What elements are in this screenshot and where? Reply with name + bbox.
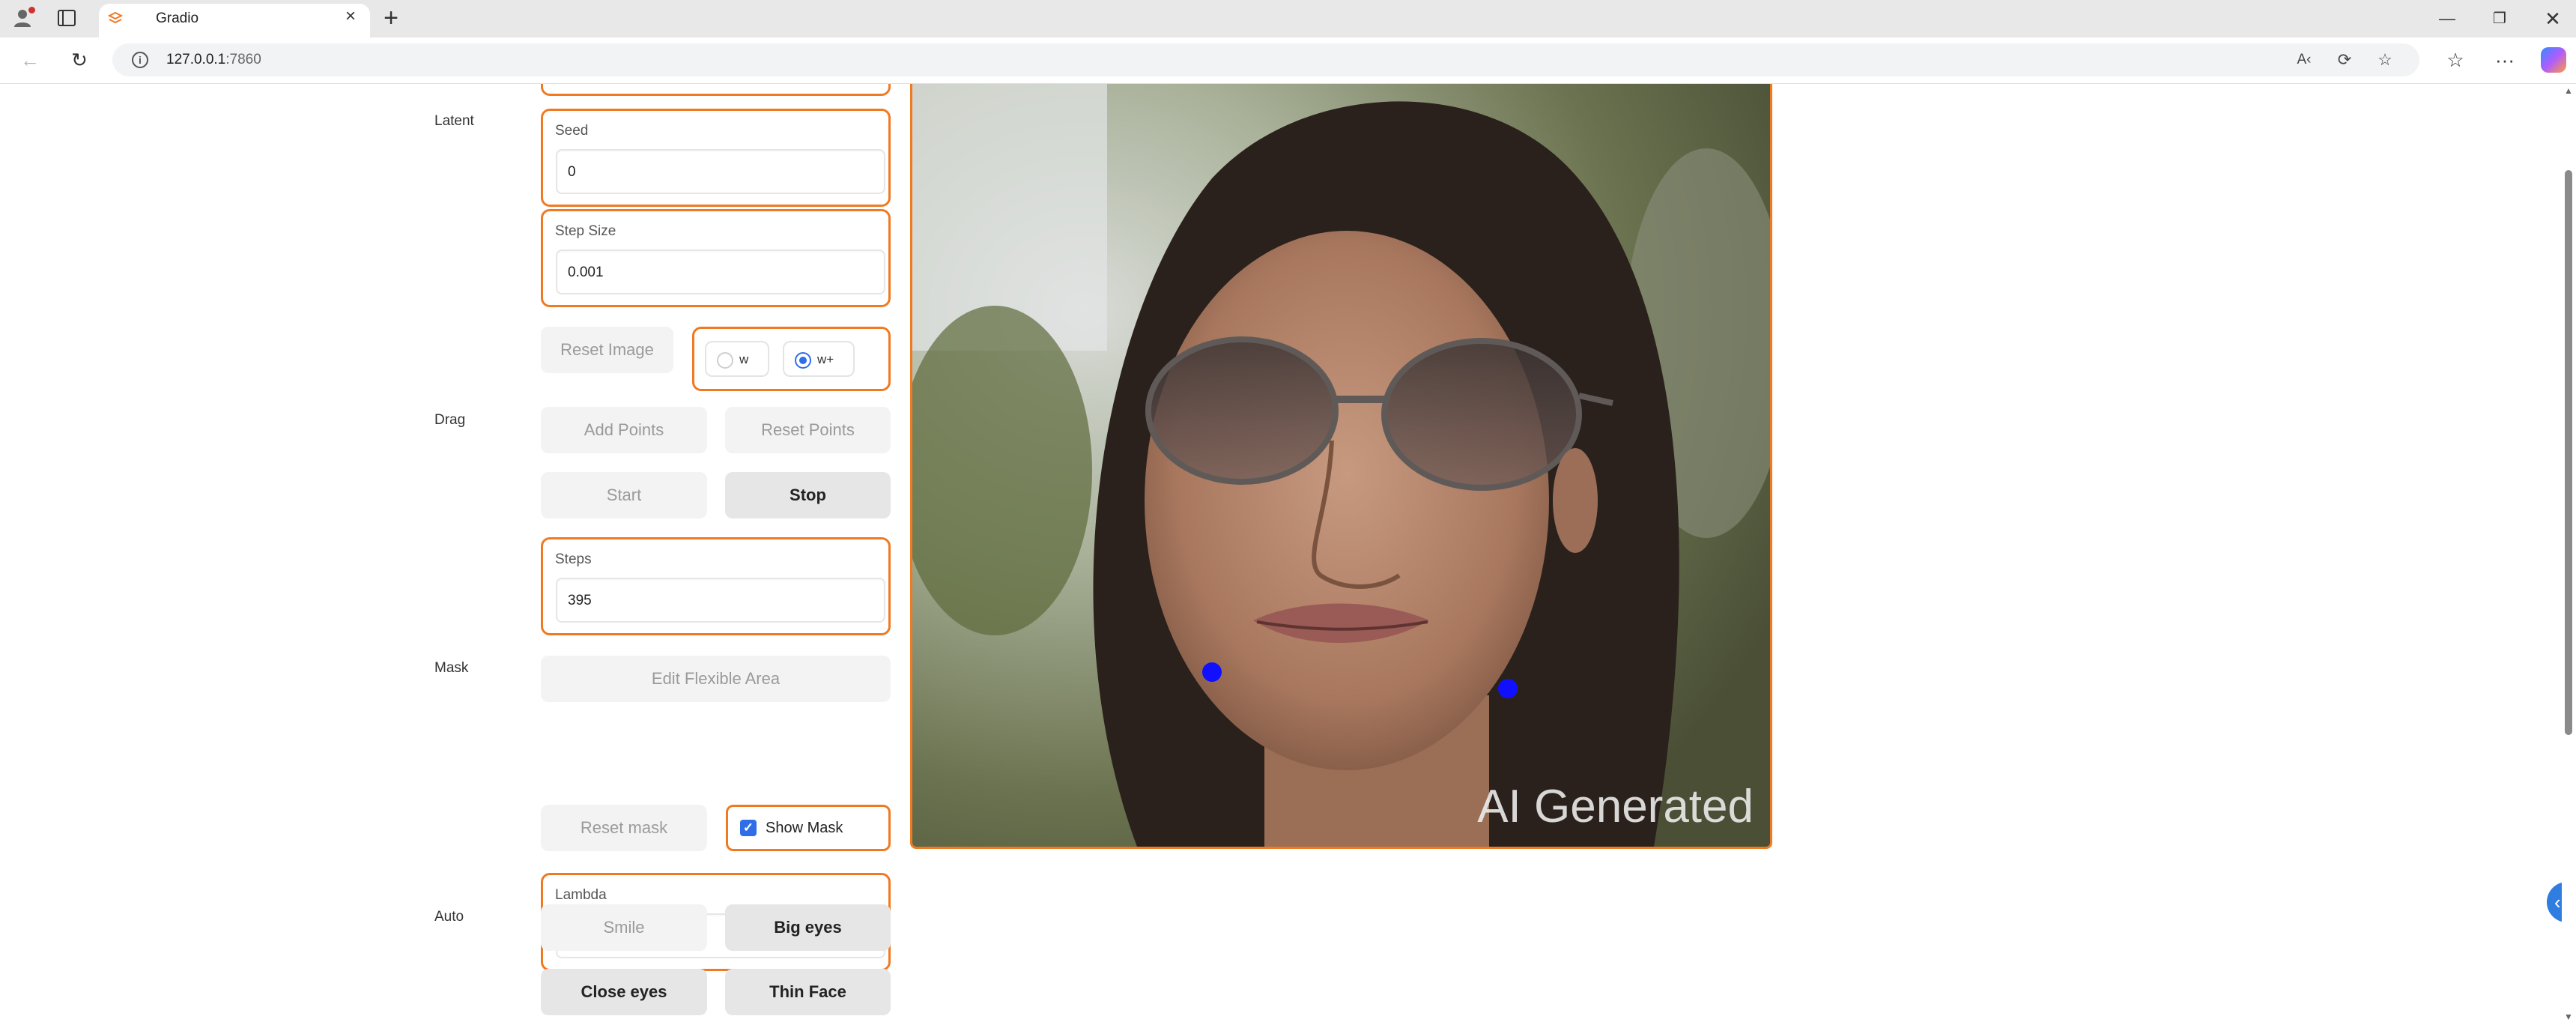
edit-flexible-area-button[interactable]: Edit Flexible Area: [541, 656, 891, 702]
watermark-text: AI Generated: [1477, 781, 1754, 832]
steps-box: Steps 395: [541, 537, 891, 635]
page-scrollbar[interactable]: ▲ ▼: [2562, 84, 2576, 1025]
browser-tab-bar: Gradio × + — ❐ ✕: [0, 0, 2576, 38]
section-label-latent: Latent: [434, 113, 474, 129]
scroll-down-icon[interactable]: ▼: [2564, 1012, 2573, 1022]
scroll-up-icon[interactable]: ▲: [2564, 85, 2573, 96]
show-mask-label: Show Mask: [766, 820, 843, 836]
thin-face-button[interactable]: Thin Face: [725, 969, 891, 1015]
refresh-icon[interactable]: ↻: [66, 46, 93, 73]
add-points-button[interactable]: Add Points: [541, 407, 707, 453]
drag-target-point[interactable]: [1498, 679, 1518, 698]
steps-input[interactable]: 395: [556, 578, 885, 623]
back-icon[interactable]: ←: [16, 46, 43, 73]
previous-field-edge: [541, 84, 891, 96]
notification-dot: [28, 7, 35, 13]
radio-option-w[interactable]: w: [705, 341, 769, 377]
radio-circle-w: [717, 352, 733, 369]
lambda-label: Lambda: [555, 887, 607, 903]
reset-mask-button[interactable]: Reset mask: [541, 805, 707, 851]
latent-space-radio-group: w w+: [692, 327, 891, 391]
face-image[interactable]: [912, 84, 1770, 847]
restore-icon[interactable]: ❐: [2491, 9, 2508, 27]
big-eyes-button[interactable]: Big eyes: [725, 904, 891, 951]
step-size-label: Step Size: [555, 223, 616, 239]
chevron-left-icon[interactable]: ‹: [2547, 882, 2562, 922]
checkbox-checked-icon[interactable]: ✓: [740, 820, 757, 836]
radio-label-w: w: [739, 352, 749, 366]
drag-handle-point[interactable]: [1202, 662, 1222, 682]
favorite-icon[interactable]: ☆: [2375, 49, 2395, 70]
tabs-icon[interactable]: [58, 10, 76, 26]
section-label-mask: Mask: [434, 660, 469, 676]
step-size-input[interactable]: 0.001: [556, 250, 885, 294]
minimize-icon[interactable]: —: [2439, 9, 2455, 28]
close-icon[interactable]: ×: [342, 7, 360, 25]
close-eyes-button[interactable]: Close eyes: [541, 969, 707, 1015]
radio-label-wplus: w+: [817, 352, 834, 366]
address-bar[interactable]: i 127.0.0.1:7860 A‹ ⟳ ☆: [112, 43, 2419, 76]
seed-label: Seed: [555, 123, 589, 139]
seed-box: Seed 0: [541, 109, 891, 207]
seed-input[interactable]: 0: [556, 149, 885, 194]
step-size-box: Step Size 0.001: [541, 209, 891, 307]
section-label-drag: Drag: [434, 412, 466, 428]
read-aloud-icon[interactable]: A‹: [2294, 49, 2315, 70]
smile-button[interactable]: Smile: [541, 904, 707, 951]
radio-circle-wplus: [795, 352, 811, 369]
gradio-favicon: [108, 11, 123, 24]
browser-toolbar: ← ↻ i 127.0.0.1:7860 A‹ ⟳ ☆ ☆ ···: [0, 37, 2576, 84]
plus-icon[interactable]: +: [381, 4, 401, 31]
radio-option-wplus[interactable]: w+: [783, 341, 855, 377]
reset-points-button[interactable]: Reset Points: [725, 407, 891, 453]
window-close-icon[interactable]: ✕: [2544, 7, 2562, 30]
copilot-icon[interactable]: [2541, 47, 2566, 73]
tab-gradio[interactable]: [99, 4, 370, 38]
favorites-icon[interactable]: ☆: [2442, 46, 2469, 73]
scroll-thumb[interactable]: [2565, 170, 2572, 735]
image-canvas[interactable]: AI Generated: [910, 84, 1772, 849]
more-icon[interactable]: ···: [2491, 46, 2518, 73]
stop-button[interactable]: Stop: [725, 472, 891, 518]
immersive-reader-icon[interactable]: ⟳: [2334, 49, 2355, 70]
start-button[interactable]: Start: [541, 472, 707, 518]
url-text[interactable]: 127.0.0.1:7860: [166, 52, 261, 68]
info-icon[interactable]: i: [132, 52, 148, 68]
section-label-auto: Auto: [434, 909, 464, 925]
steps-label: Steps: [555, 551, 592, 567]
tab-title: Gradio: [156, 10, 199, 26]
show-mask-checkbox[interactable]: ✓ Show Mask: [726, 805, 891, 851]
reset-image-button[interactable]: Reset Image: [541, 327, 673, 373]
gradio-page: Latent Seed 0 Step Size 0.001 Reset Imag…: [0, 84, 2562, 1025]
